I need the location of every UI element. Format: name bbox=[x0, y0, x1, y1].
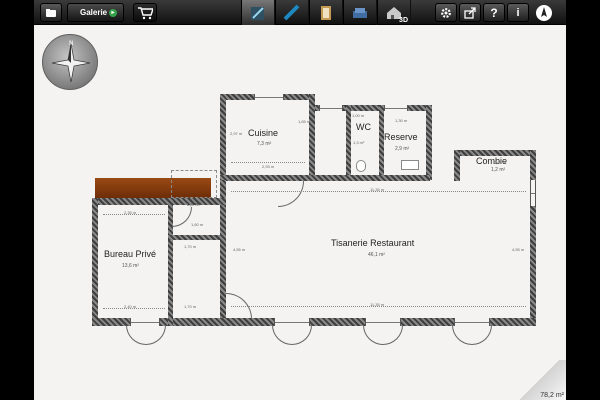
door-outside-3[interactable] bbox=[452, 325, 492, 345]
dim-small-width: 1,60 m bbox=[191, 222, 204, 227]
room-label-reserve[interactable]: Reserve bbox=[384, 132, 418, 142]
compass[interactable]: N bbox=[42, 34, 98, 90]
dim-bureau-bottom: 2,40 m bbox=[124, 304, 137, 309]
dimension-line-cuisine bbox=[231, 162, 305, 163]
room-label-wc[interactable]: WC bbox=[356, 122, 371, 132]
tab-edit-floorplan[interactable] bbox=[241, 0, 275, 25]
tab-3d-view[interactable]: 3D bbox=[377, 0, 411, 25]
dim-restaurant-top: 11,35 m bbox=[370, 187, 385, 192]
shopping-cart-icon bbox=[138, 6, 153, 19]
room-label-tisanerie[interactable]: Tisanerie Restaurant bbox=[331, 238, 414, 248]
room-area-cuisine: 7,3 m² bbox=[257, 141, 272, 147]
wall-service-right bbox=[426, 105, 432, 180]
sink[interactable] bbox=[401, 160, 419, 170]
question-mark-icon: ? bbox=[490, 5, 498, 20]
compass-toggle-button[interactable] bbox=[533, 3, 555, 22]
door-outside-2[interactable] bbox=[363, 325, 403, 345]
toilet[interactable] bbox=[356, 160, 366, 172]
help-button[interactable]: ? bbox=[483, 3, 505, 22]
wall-bureau-left bbox=[92, 198, 98, 326]
room-area-combie: 1,2 m² bbox=[491, 167, 506, 173]
gallery-arrow-icon: ▸ bbox=[109, 9, 117, 17]
dim-closet-bottom: 1,70 m bbox=[184, 304, 197, 309]
info-button[interactable]: i bbox=[507, 3, 529, 22]
dim-cuisine-height: 2,97 m bbox=[230, 131, 243, 136]
wall-wc-right bbox=[379, 105, 384, 180]
window-reserve[interactable] bbox=[384, 105, 408, 111]
dim-bureau-top: 2,35 m bbox=[124, 210, 137, 215]
wall-bureau-top bbox=[92, 198, 226, 205]
pencil-ruler-icon bbox=[251, 6, 264, 20]
room-area-reserve: 2,9 m² bbox=[395, 146, 410, 152]
dim-wc-area: 1,3 m² bbox=[353, 140, 365, 145]
projects-button[interactable] bbox=[40, 3, 62, 22]
total-area-label: 78,2 m² bbox=[540, 392, 564, 399]
room-label-cuisine[interactable]: Cuisine bbox=[248, 128, 278, 138]
dim-wc-width: 1,00 m bbox=[352, 113, 365, 118]
door-icon bbox=[321, 5, 331, 20]
room-area-bureau: 13,6 m² bbox=[122, 263, 139, 269]
wall-pen-icon bbox=[283, 4, 300, 20]
tab-draw-walls[interactable] bbox=[275, 0, 309, 25]
door-bureau-outside[interactable] bbox=[126, 325, 166, 345]
catalog-button[interactable] bbox=[133, 3, 157, 22]
dim-restaurant-left: 4,55 m bbox=[233, 247, 246, 252]
stair-area[interactable] bbox=[171, 170, 217, 198]
gallery-button[interactable]: Galerie ▸ bbox=[67, 3, 124, 22]
wall-restaurant-right bbox=[530, 150, 536, 326]
3d-label: 3D bbox=[399, 17, 408, 24]
share-icon bbox=[464, 6, 476, 19]
settings-button[interactable] bbox=[435, 3, 457, 22]
door-cuisine[interactable] bbox=[278, 181, 304, 207]
svg-text:N: N bbox=[69, 40, 74, 47]
room-area-tisanerie: 46,1 m² bbox=[368, 252, 385, 258]
floorplan-canvas[interactable]: N Cuisine 7,3 m² WC Reserve 2,9 m² Combi… bbox=[34, 25, 566, 400]
gallery-label: Galerie bbox=[80, 8, 108, 17]
sofa-icon bbox=[353, 7, 367, 18]
door-outside-1[interactable] bbox=[272, 325, 312, 345]
window-service-1[interactable] bbox=[319, 105, 343, 111]
folder-icon bbox=[46, 8, 56, 17]
info-icon: i bbox=[516, 6, 520, 19]
dim-combie-width: 2,05 m bbox=[494, 160, 507, 165]
window-cuisine[interactable] bbox=[254, 94, 284, 100]
window-restaurant-right[interactable] bbox=[530, 180, 536, 206]
tab-furniture[interactable] bbox=[343, 0, 377, 25]
tab-doors-windows[interactable] bbox=[309, 0, 343, 25]
dim-cuisine-width: 2,93 m bbox=[262, 164, 275, 169]
door-bureau[interactable] bbox=[172, 207, 192, 227]
wall-wc-left bbox=[346, 105, 351, 180]
gear-icon bbox=[441, 7, 451, 18]
room-area-small: 5,5 m² bbox=[187, 202, 202, 208]
wall-combie-left bbox=[454, 150, 460, 181]
view-mode-group: 3D bbox=[241, 0, 411, 25]
dim-cuisine-side: 1,65 m bbox=[298, 119, 311, 124]
dim-reserve-width: 1,30 m bbox=[395, 118, 408, 123]
compass-rose-icon: N bbox=[51, 40, 91, 83]
room-label-bureau[interactable]: Bureau Privé bbox=[104, 249, 156, 259]
top-toolbar: Galerie ▸ 3D ? i bbox=[34, 0, 566, 25]
north-arrow-icon bbox=[536, 4, 552, 21]
dim-restaurant-bottom: 11,35 m bbox=[370, 302, 385, 307]
wall-closet-top bbox=[168, 235, 226, 240]
dim-closet-top: 1,70 m bbox=[184, 244, 197, 249]
share-button[interactable] bbox=[459, 3, 481, 22]
dim-restaurant-right: 4,55 m bbox=[512, 247, 525, 252]
wall-middle bbox=[220, 175, 430, 181]
